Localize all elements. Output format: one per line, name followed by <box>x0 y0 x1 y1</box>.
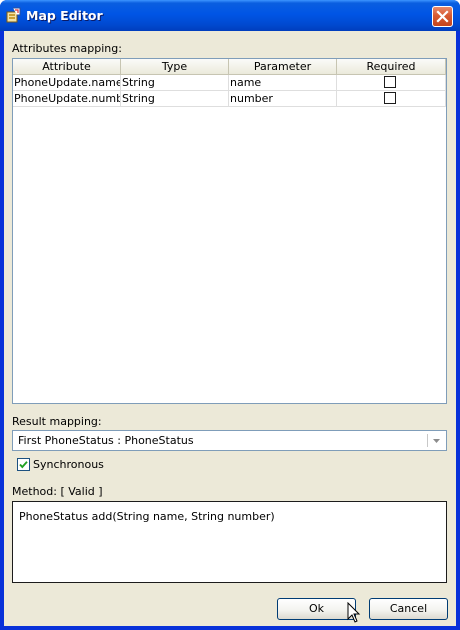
result-mapping-value: First PhoneStatus : PhoneStatus <box>18 434 194 447</box>
method-signature-field[interactable]: PhoneStatus add(String name, String numb… <box>12 501 447 583</box>
cell-required <box>337 91 446 107</box>
synchronous-checkbox[interactable] <box>17 458 30 471</box>
cell-type[interactable]: String <box>121 75 229 91</box>
required-checkbox[interactable] <box>384 92 396 104</box>
dropdown-arrow-icon[interactable] <box>429 434 444 447</box>
cell-type[interactable]: String <box>121 91 229 107</box>
cell-required <box>337 75 446 91</box>
combo-divider <box>427 434 428 447</box>
ok-button[interactable]: Ok <box>277 598 356 620</box>
dialog-body: Attributes mapping: Attribute Type Param… <box>4 31 456 626</box>
title-bar[interactable]: Map Editor <box>0 0 460 31</box>
required-checkbox[interactable] <box>384 76 396 88</box>
cancel-button[interactable]: Cancel <box>369 598 448 620</box>
close-button[interactable] <box>432 6 453 27</box>
method-label: Method: [ Valid ] <box>12 485 103 498</box>
column-header-required[interactable]: Required <box>337 59 446 75</box>
result-mapping-label: Result mapping: <box>12 415 102 428</box>
close-icon <box>436 10 449 23</box>
mouse-pointer-icon <box>347 602 361 623</box>
table-row[interactable]: PhoneUpdate.number String number <box>13 91 446 107</box>
result-mapping-select[interactable]: First PhoneStatus : PhoneStatus <box>12 430 447 451</box>
table-row[interactable]: PhoneUpdate.name String name <box>13 75 446 91</box>
cell-parameter[interactable]: name <box>229 75 337 91</box>
table-header: Attribute Type Parameter Required <box>13 59 446 76</box>
column-header-parameter[interactable]: Parameter <box>229 59 337 75</box>
column-header-attribute[interactable]: Attribute <box>13 59 121 75</box>
cell-parameter[interactable]: number <box>229 91 337 107</box>
synchronous-label[interactable]: Synchronous <box>33 458 104 471</box>
map-editor-window: Map Editor Attributes mapping: Attribute… <box>0 0 460 630</box>
window-title: Map Editor <box>26 8 103 23</box>
attributes-table[interactable]: Attribute Type Parameter Required PhoneU… <box>12 58 447 404</box>
map-editor-icon <box>6 7 21 23</box>
attributes-mapping-label: Attributes mapping: <box>12 42 122 55</box>
cell-attribute[interactable]: PhoneUpdate.number <box>13 91 121 107</box>
cell-attribute[interactable]: PhoneUpdate.name <box>13 75 121 91</box>
checkmark-icon <box>19 461 28 469</box>
column-header-type[interactable]: Type <box>121 59 229 75</box>
